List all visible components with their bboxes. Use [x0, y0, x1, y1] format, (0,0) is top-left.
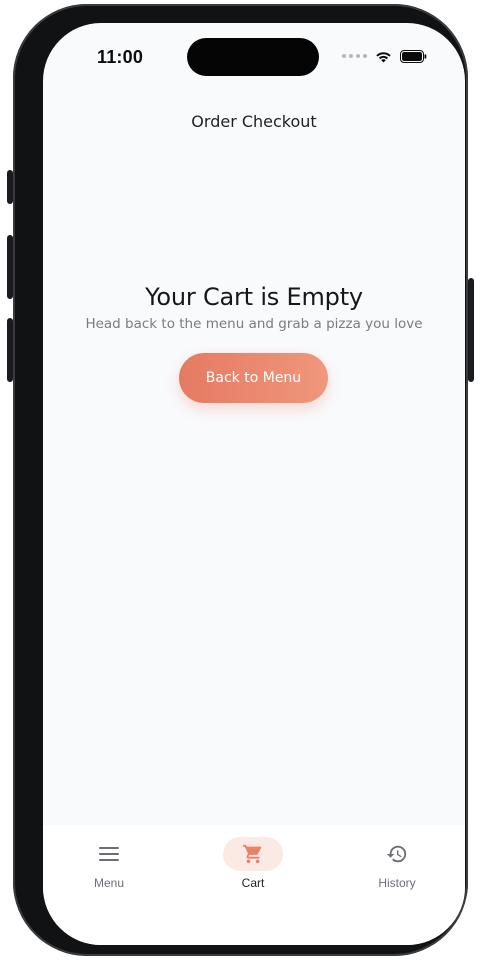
tab-cart-icon-wrap	[223, 837, 283, 871]
empty-cart-title: Your Cart is Empty	[145, 283, 363, 311]
page-title: Order Checkout	[191, 112, 317, 131]
app-screen: 11:00 Order Checkout Your Cart is Empty …	[43, 23, 465, 945]
tab-cart[interactable]: Cart	[198, 837, 308, 901]
tab-cart-label: Cart	[241, 876, 265, 890]
status-icons	[342, 49, 427, 63]
wifi-icon	[376, 51, 391, 62]
phone-frame: 11:00 Order Checkout Your Cart is Empty …	[13, 4, 468, 956]
battery-icon	[400, 49, 427, 63]
dynamic-island	[187, 38, 319, 76]
tab-history[interactable]: History	[342, 837, 452, 901]
bottom-tab-bar: Menu Cart History	[43, 825, 465, 945]
tab-menu-icon-wrap	[79, 837, 139, 871]
tab-history-label: History	[378, 876, 416, 890]
hamburger-menu-icon	[99, 847, 119, 861]
shopping-cart-icon	[242, 844, 262, 864]
cellular-signal-icon	[342, 54, 367, 58]
status-time: 11:00	[97, 47, 144, 67]
back-to-menu-button-label: Back to Menu	[205, 370, 302, 386]
power-button	[468, 278, 474, 382]
tab-history-icon-wrap	[367, 837, 427, 871]
back-to-menu-button[interactable]: Back to Menu	[179, 353, 328, 403]
tab-menu[interactable]: Menu	[54, 837, 164, 901]
volume-up-button	[7, 235, 13, 299]
empty-cart-subtitle: Head back to the menu and grab a pizza y…	[85, 316, 423, 332]
action-side-button	[7, 170, 13, 204]
volume-down-button	[7, 318, 13, 382]
history-icon	[386, 845, 407, 863]
tab-menu-label: Menu	[93, 876, 125, 890]
